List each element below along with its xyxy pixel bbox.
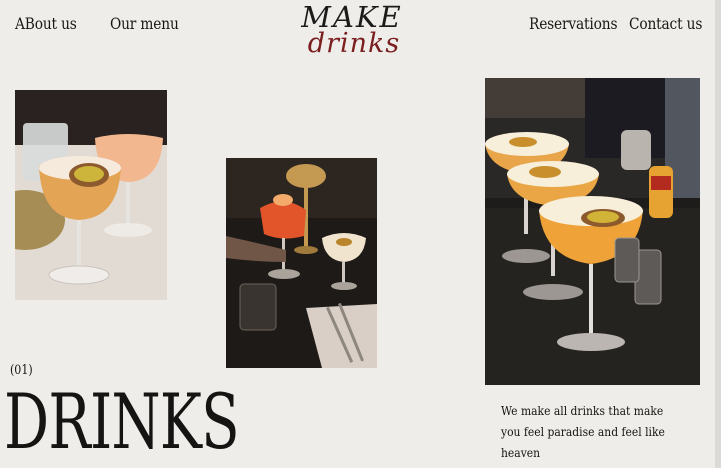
section-counter: (01) xyxy=(10,363,33,378)
logo-mark: MAKE drinks xyxy=(300,0,400,59)
cocktail-photo-2 xyxy=(226,158,377,368)
cocktail-photo-3 xyxy=(485,78,700,385)
scrollbar-track[interactable] xyxy=(715,0,721,468)
brand-logo[interactable]: MAKE drinks xyxy=(282,0,422,59)
tagline-text: We make all drinks that make you feel pa… xyxy=(501,403,665,460)
cocktail-photo-1 xyxy=(15,90,167,300)
logo-line2: drinks xyxy=(308,28,400,58)
section-heading: DRINKS xyxy=(4,377,240,466)
nav-contact-us[interactable]: Contact us xyxy=(629,14,702,33)
nav-our-menu[interactable]: Our menu xyxy=(110,14,179,33)
nav-about-us[interactable]: ABout us xyxy=(15,14,77,33)
nav-reservations[interactable]: Reservations xyxy=(529,14,618,33)
